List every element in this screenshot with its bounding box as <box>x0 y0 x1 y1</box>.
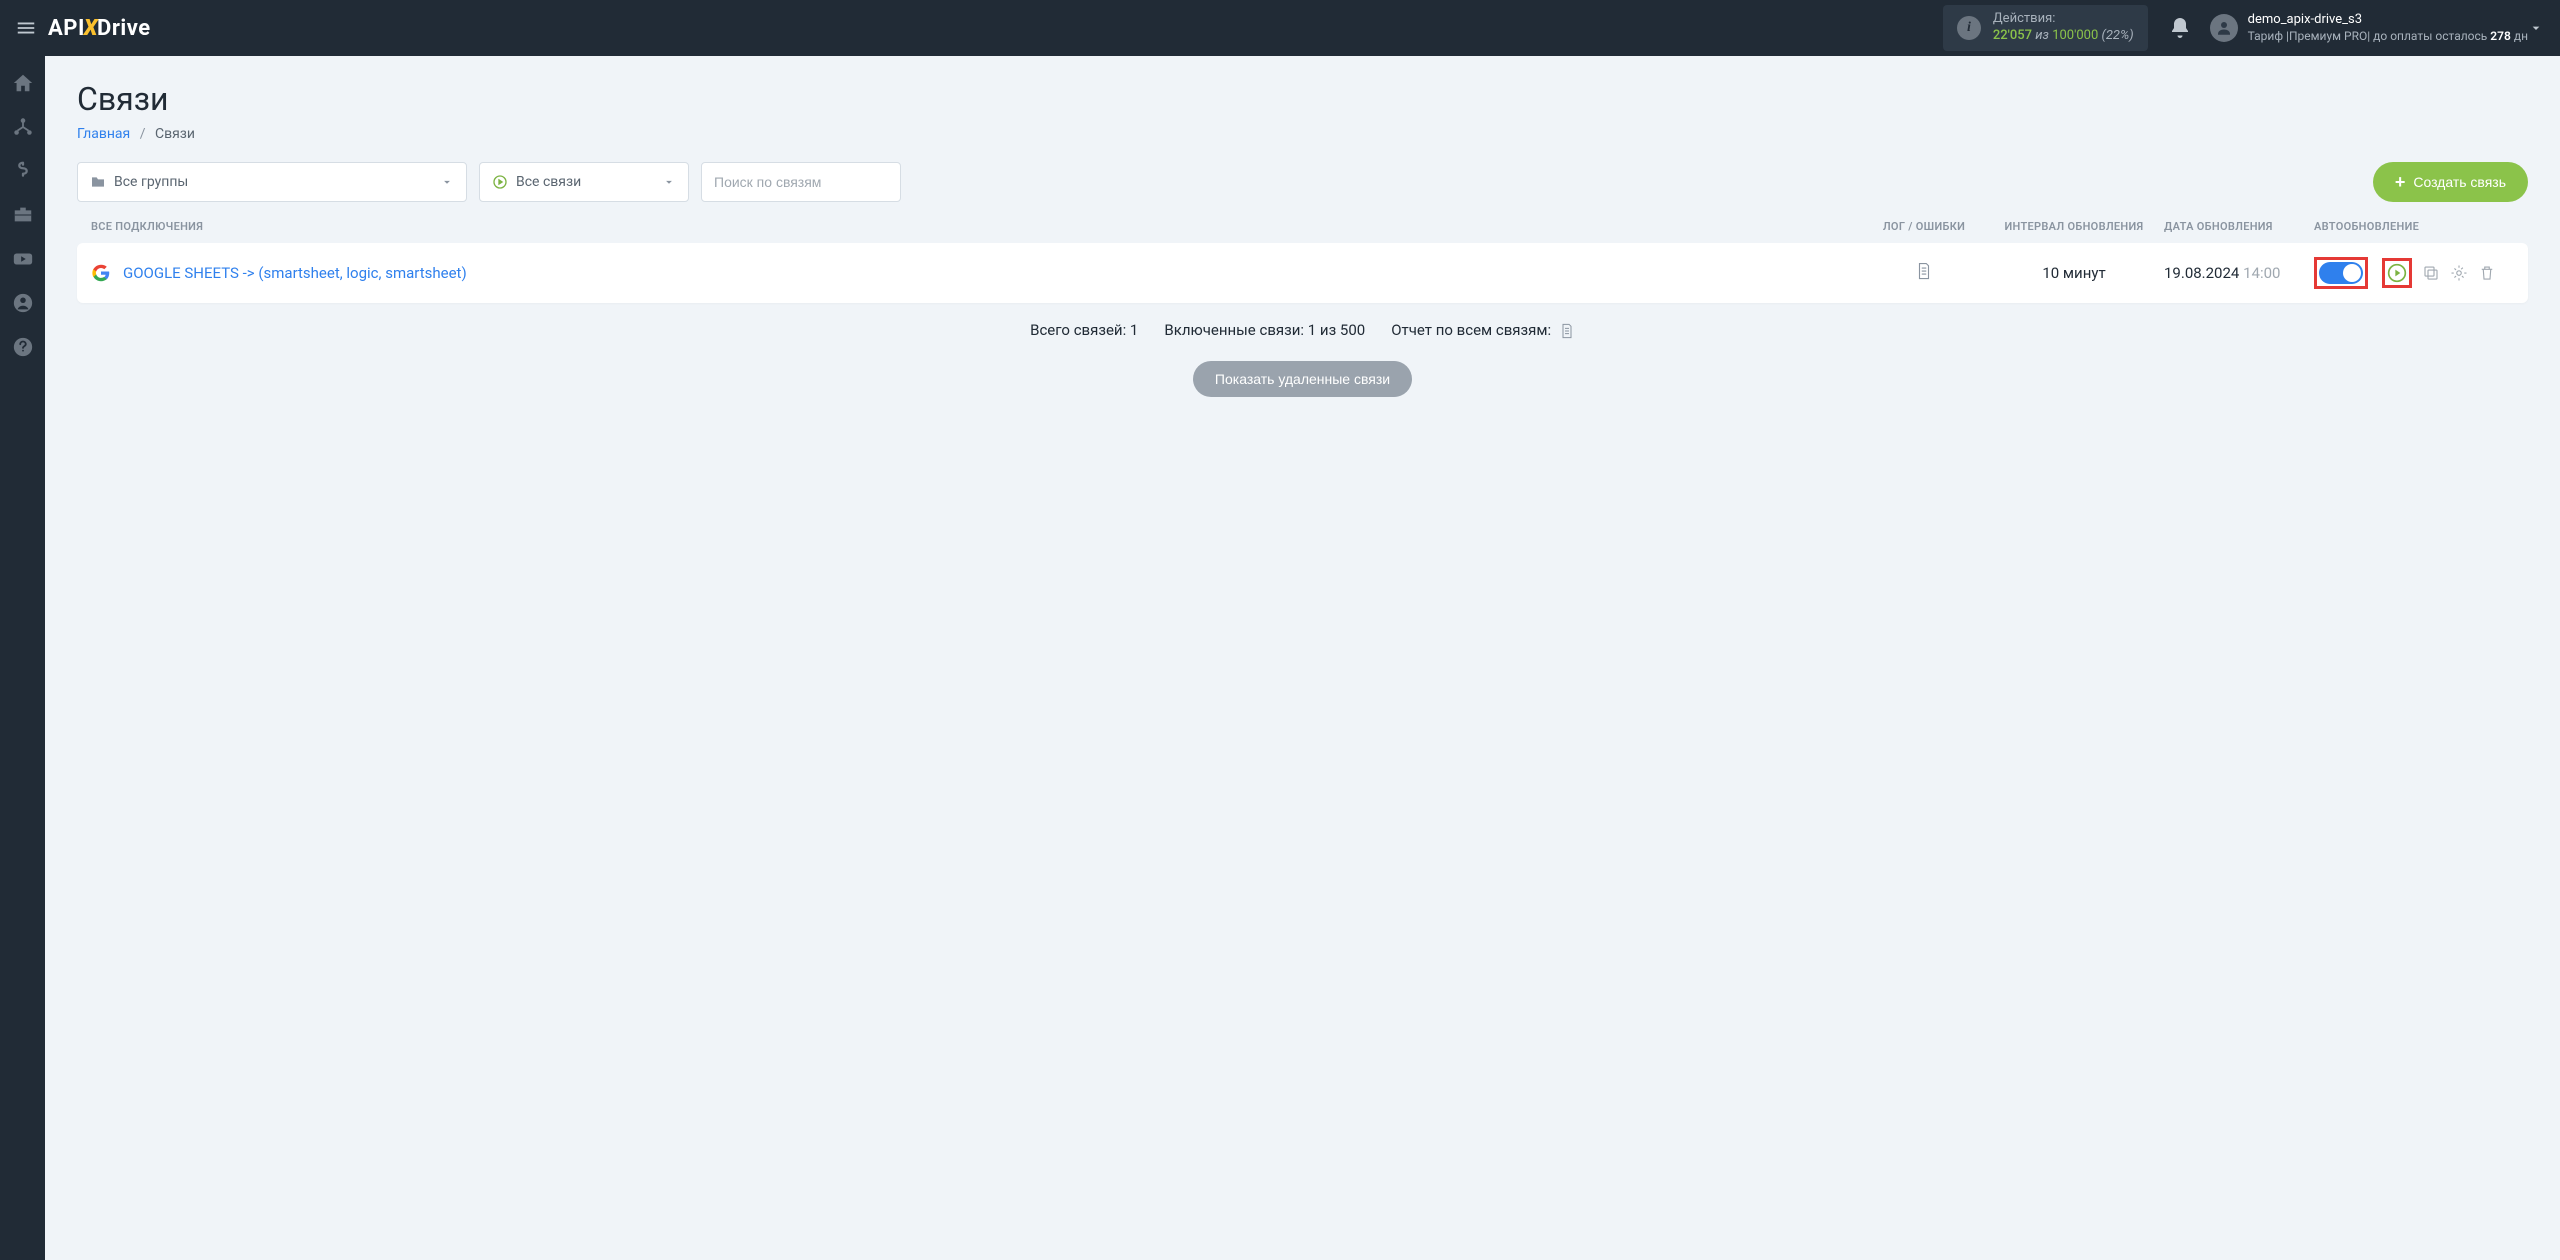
date-value: 19.08.2024 <box>2164 264 2239 282</box>
tariff-days: 278 <box>2490 29 2511 43</box>
sidebar-help-icon[interactable] <box>12 336 34 358</box>
header-name: ВСЕ ПОДКЛЮЧЕНИЯ <box>91 220 1864 233</box>
actions-used: 22'057 <box>1993 28 2032 43</box>
bell-icon[interactable] <box>2168 16 2192 40</box>
date-cell: 19.08.2024 14:00 <box>2164 264 2314 282</box>
sidebar-briefcase-icon[interactable] <box>12 204 34 226</box>
avatar-icon <box>2210 14 2238 42</box>
tariff-prefix: Тариф |Премиум PRO| до оплаты осталось <box>2248 29 2491 43</box>
actions-text: Действия: 22'057 из 100'000 (22%) <box>1993 11 2134 45</box>
sidebar-home-icon[interactable] <box>12 72 34 94</box>
document-icon[interactable] <box>1915 262 1933 280</box>
summary-row: Всего связей: 1 Включенные связи: 1 из 5… <box>77 321 2528 339</box>
actions-counter[interactable]: i Действия: 22'057 из 100'000 (22%) <box>1943 5 2148 51</box>
status-label: Все связи <box>516 174 581 190</box>
show-deleted-button[interactable]: Показать удаленные связи <box>1193 361 1412 397</box>
logo-part3: Drive <box>97 16 151 41</box>
report-icon[interactable] <box>1559 323 1575 339</box>
sidebar-video-icon[interactable] <box>12 248 34 270</box>
status-select[interactable]: Все связи <box>479 162 689 202</box>
actions-label: Действия: <box>1993 11 2134 28</box>
toggle-highlight <box>2314 257 2368 289</box>
run-button[interactable] <box>2387 263 2407 283</box>
trash-icon[interactable] <box>2478 264 2496 282</box>
create-connection-button[interactable]: + Создать связь <box>2373 162 2528 202</box>
breadcrumb-home[interactable]: Главная <box>77 126 130 142</box>
user-text: demo_apix-drive_s3 Тариф |Премиум PRO| д… <box>2248 12 2528 44</box>
sidebar-billing-icon[interactable] <box>12 160 34 182</box>
actions-of: из <box>2035 28 2049 43</box>
actions-total: 100'000 <box>2052 28 2098 43</box>
auto-cell <box>2314 257 2514 289</box>
breadcrumb-sep: / <box>140 126 146 142</box>
header-interval: ИНТЕРВАЛ ОБНОВЛЕНИЯ <box>1984 220 2164 233</box>
hamburger-icon <box>15 17 37 39</box>
logo[interactable]: APIXDrive <box>48 16 151 41</box>
google-icon <box>91 263 111 283</box>
breadcrumb-current: Связи <box>155 126 195 142</box>
summary-enabled: Включенные связи: 1 из 500 <box>1164 321 1365 339</box>
summary-report: Отчет по всем связям: <box>1391 321 1551 339</box>
create-label: Создать связь <box>2413 174 2506 190</box>
search-input[interactable] <box>701 162 901 202</box>
plus-icon: + <box>2395 172 2406 193</box>
groups-label: Все группы <box>114 174 188 190</box>
user-menu[interactable]: demo_apix-drive_s3 Тариф |Премиум PRO| д… <box>2210 12 2528 44</box>
logo-part1: API <box>48 16 85 41</box>
sidebar-profile-icon[interactable] <box>12 292 34 314</box>
play-circle-icon <box>492 174 508 190</box>
table-header: ВСЕ ПОДКЛЮЧЕНИЯ ЛОГ / ОШИБКИ ИНТЕРВАЛ ОБ… <box>77 220 2528 243</box>
table-row: GOOGLE SHEETS -> (smartsheet, logic, sma… <box>77 243 2528 303</box>
copy-icon[interactable] <box>2422 264 2440 282</box>
tariff-suffix: дн <box>2511 29 2528 43</box>
header-date: ДАТА ОБНОВЛЕНИЯ <box>2164 220 2314 233</box>
header-auto: АВТООБНОВЛЕНИЕ <box>2314 220 2514 233</box>
log-cell <box>1864 262 1984 284</box>
groups-select[interactable]: Все группы <box>77 162 467 202</box>
filters-row: Все группы Все связи + Создать связь <box>77 162 2528 202</box>
header-log: ЛОГ / ОШИБКИ <box>1864 220 1984 233</box>
folder-icon <box>90 174 106 190</box>
logo-part2: X <box>84 16 98 41</box>
sidebar <box>0 56 45 1260</box>
info-icon: i <box>1957 16 1981 40</box>
chevron-down-icon[interactable] <box>2528 20 2544 36</box>
actions-percent: (22%) <box>2102 28 2134 43</box>
user-name: demo_apix-drive_s3 <box>2248 12 2528 29</box>
play-highlight <box>2382 258 2412 288</box>
topbar: APIXDrive i Действия: 22'057 из 100'000 … <box>0 0 2560 56</box>
chevron-down-icon <box>662 175 676 189</box>
time-value: 14:00 <box>2243 264 2280 282</box>
sidebar-connections-icon[interactable] <box>12 116 34 138</box>
connection-name-link[interactable]: GOOGLE SHEETS -> (smartsheet, logic, sma… <box>123 264 1864 282</box>
page-title: Связи <box>77 80 2528 118</box>
auto-toggle[interactable] <box>2319 262 2363 284</box>
gear-icon[interactable] <box>2450 264 2468 282</box>
interval-cell: 10 минут <box>1984 264 2164 282</box>
chevron-down-icon <box>440 175 454 189</box>
summary-total: Всего связей: 1 <box>1030 321 1138 339</box>
menu-toggle[interactable] <box>12 14 40 42</box>
main-content: Связи Главная / Связи Все группы Все свя… <box>45 56 2560 1260</box>
breadcrumb: Главная / Связи <box>77 126 2528 142</box>
